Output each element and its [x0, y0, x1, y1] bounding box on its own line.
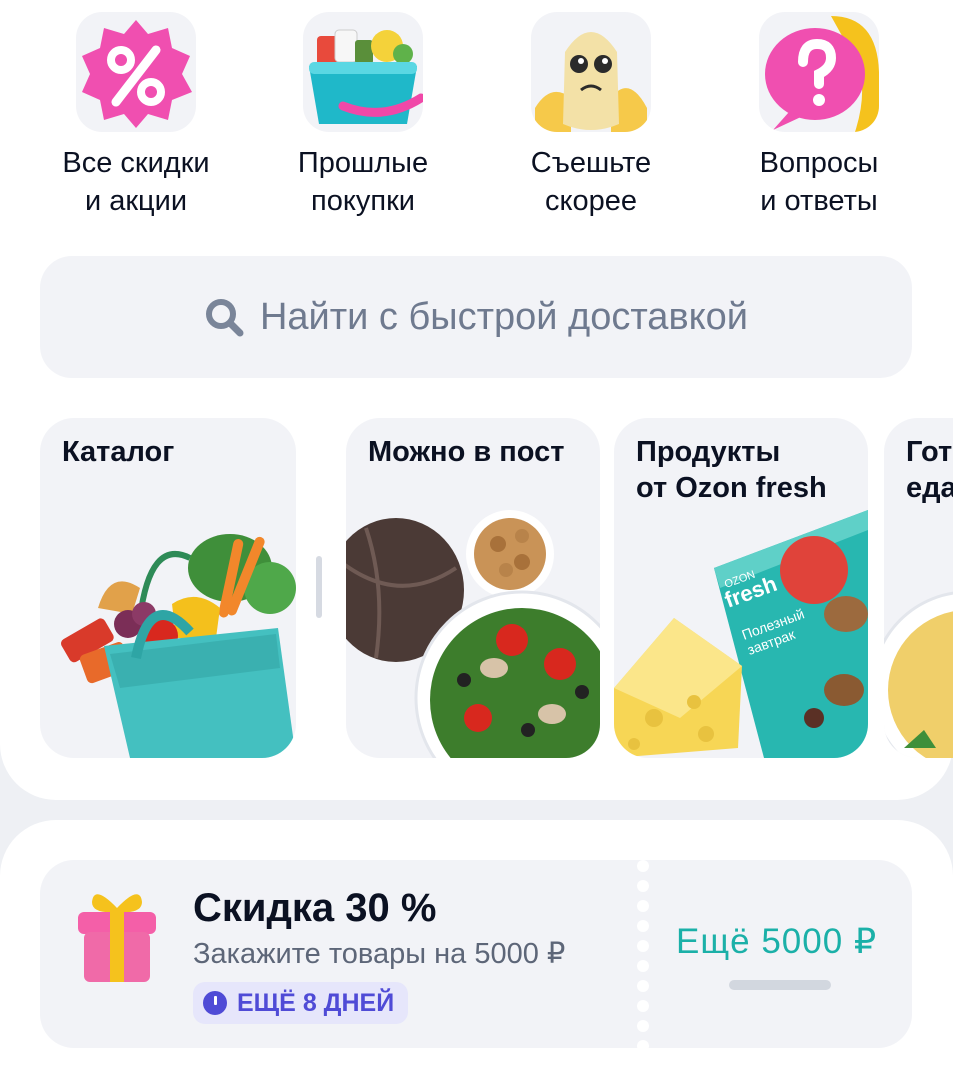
category-title: Каталог	[62, 436, 175, 468]
discount-promo-card[interactable]: Скидка 30 % Закажите товары на 5000 ₽ ЕЩ…	[40, 860, 912, 1048]
discount-percent-icon	[76, 12, 196, 132]
question-bubble-icon	[759, 12, 879, 132]
search-field[interactable]: Найти с быстрой доставкой	[40, 256, 912, 378]
promo-remaining-amount: Ещё 5000 ₽	[676, 922, 878, 961]
perforation-divider	[633, 860, 653, 1048]
grocery-basket-icon	[303, 12, 423, 132]
promo-progress-bar	[729, 980, 831, 990]
quick-action-label: Съешьте скорее	[530, 147, 652, 217]
clock-icon	[203, 991, 227, 1015]
category-carousel[interactable]: Каталог Можно в пост Продукты от Ozon fr…	[0, 418, 953, 760]
promo-days-badge: ЕЩЁ 8 ДНЕЙ	[193, 982, 409, 1024]
sad-banana-icon	[531, 12, 651, 132]
quick-action-eat-soon[interactable]: Съешьте скорее	[476, 12, 706, 220]
quick-action-label: Вопросы и ответы	[759, 147, 879, 217]
category-title: Продукты от Ozon fresh	[636, 436, 827, 504]
quick-action-label: Прошлые покупки	[297, 147, 429, 217]
quick-action-discounts[interactable]: Все скидки и акции	[21, 12, 251, 220]
quick-action-label: Все скидки и акции	[62, 147, 210, 217]
quick-action-faq[interactable]: Вопросы и ответы	[704, 12, 934, 220]
quick-actions: Все скидки и акции Прошлые покупки Съешь…	[0, 12, 953, 222]
scroll-indicator	[316, 556, 322, 618]
category-title: Гот еда	[906, 436, 953, 504]
gift-box-icon	[78, 894, 156, 982]
promo-badge-text: ЕЩЁ 8 ДНЕЙ	[237, 988, 395, 1017]
category-title: Можно в пост	[368, 436, 565, 468]
promo-title: Скидка 30 %	[193, 886, 437, 930]
category-card-ozon-fresh[interactable]: Продукты от Ozon fresh OZON fresh Полезн…	[614, 418, 868, 758]
quick-action-past-purchases[interactable]: Прошлые покупки	[248, 12, 478, 220]
search-placeholder: Найти с быстрой доставкой	[259, 295, 749, 338]
category-card-ready-food[interactable]: Гот еда	[884, 418, 953, 758]
category-card-catalog[interactable]: Каталог	[40, 418, 296, 758]
category-card-fasting[interactable]: Можно в пост	[346, 418, 600, 758]
promo-subtitle: Закажите товары на 5000 ₽	[193, 938, 566, 970]
search-icon	[205, 299, 244, 337]
